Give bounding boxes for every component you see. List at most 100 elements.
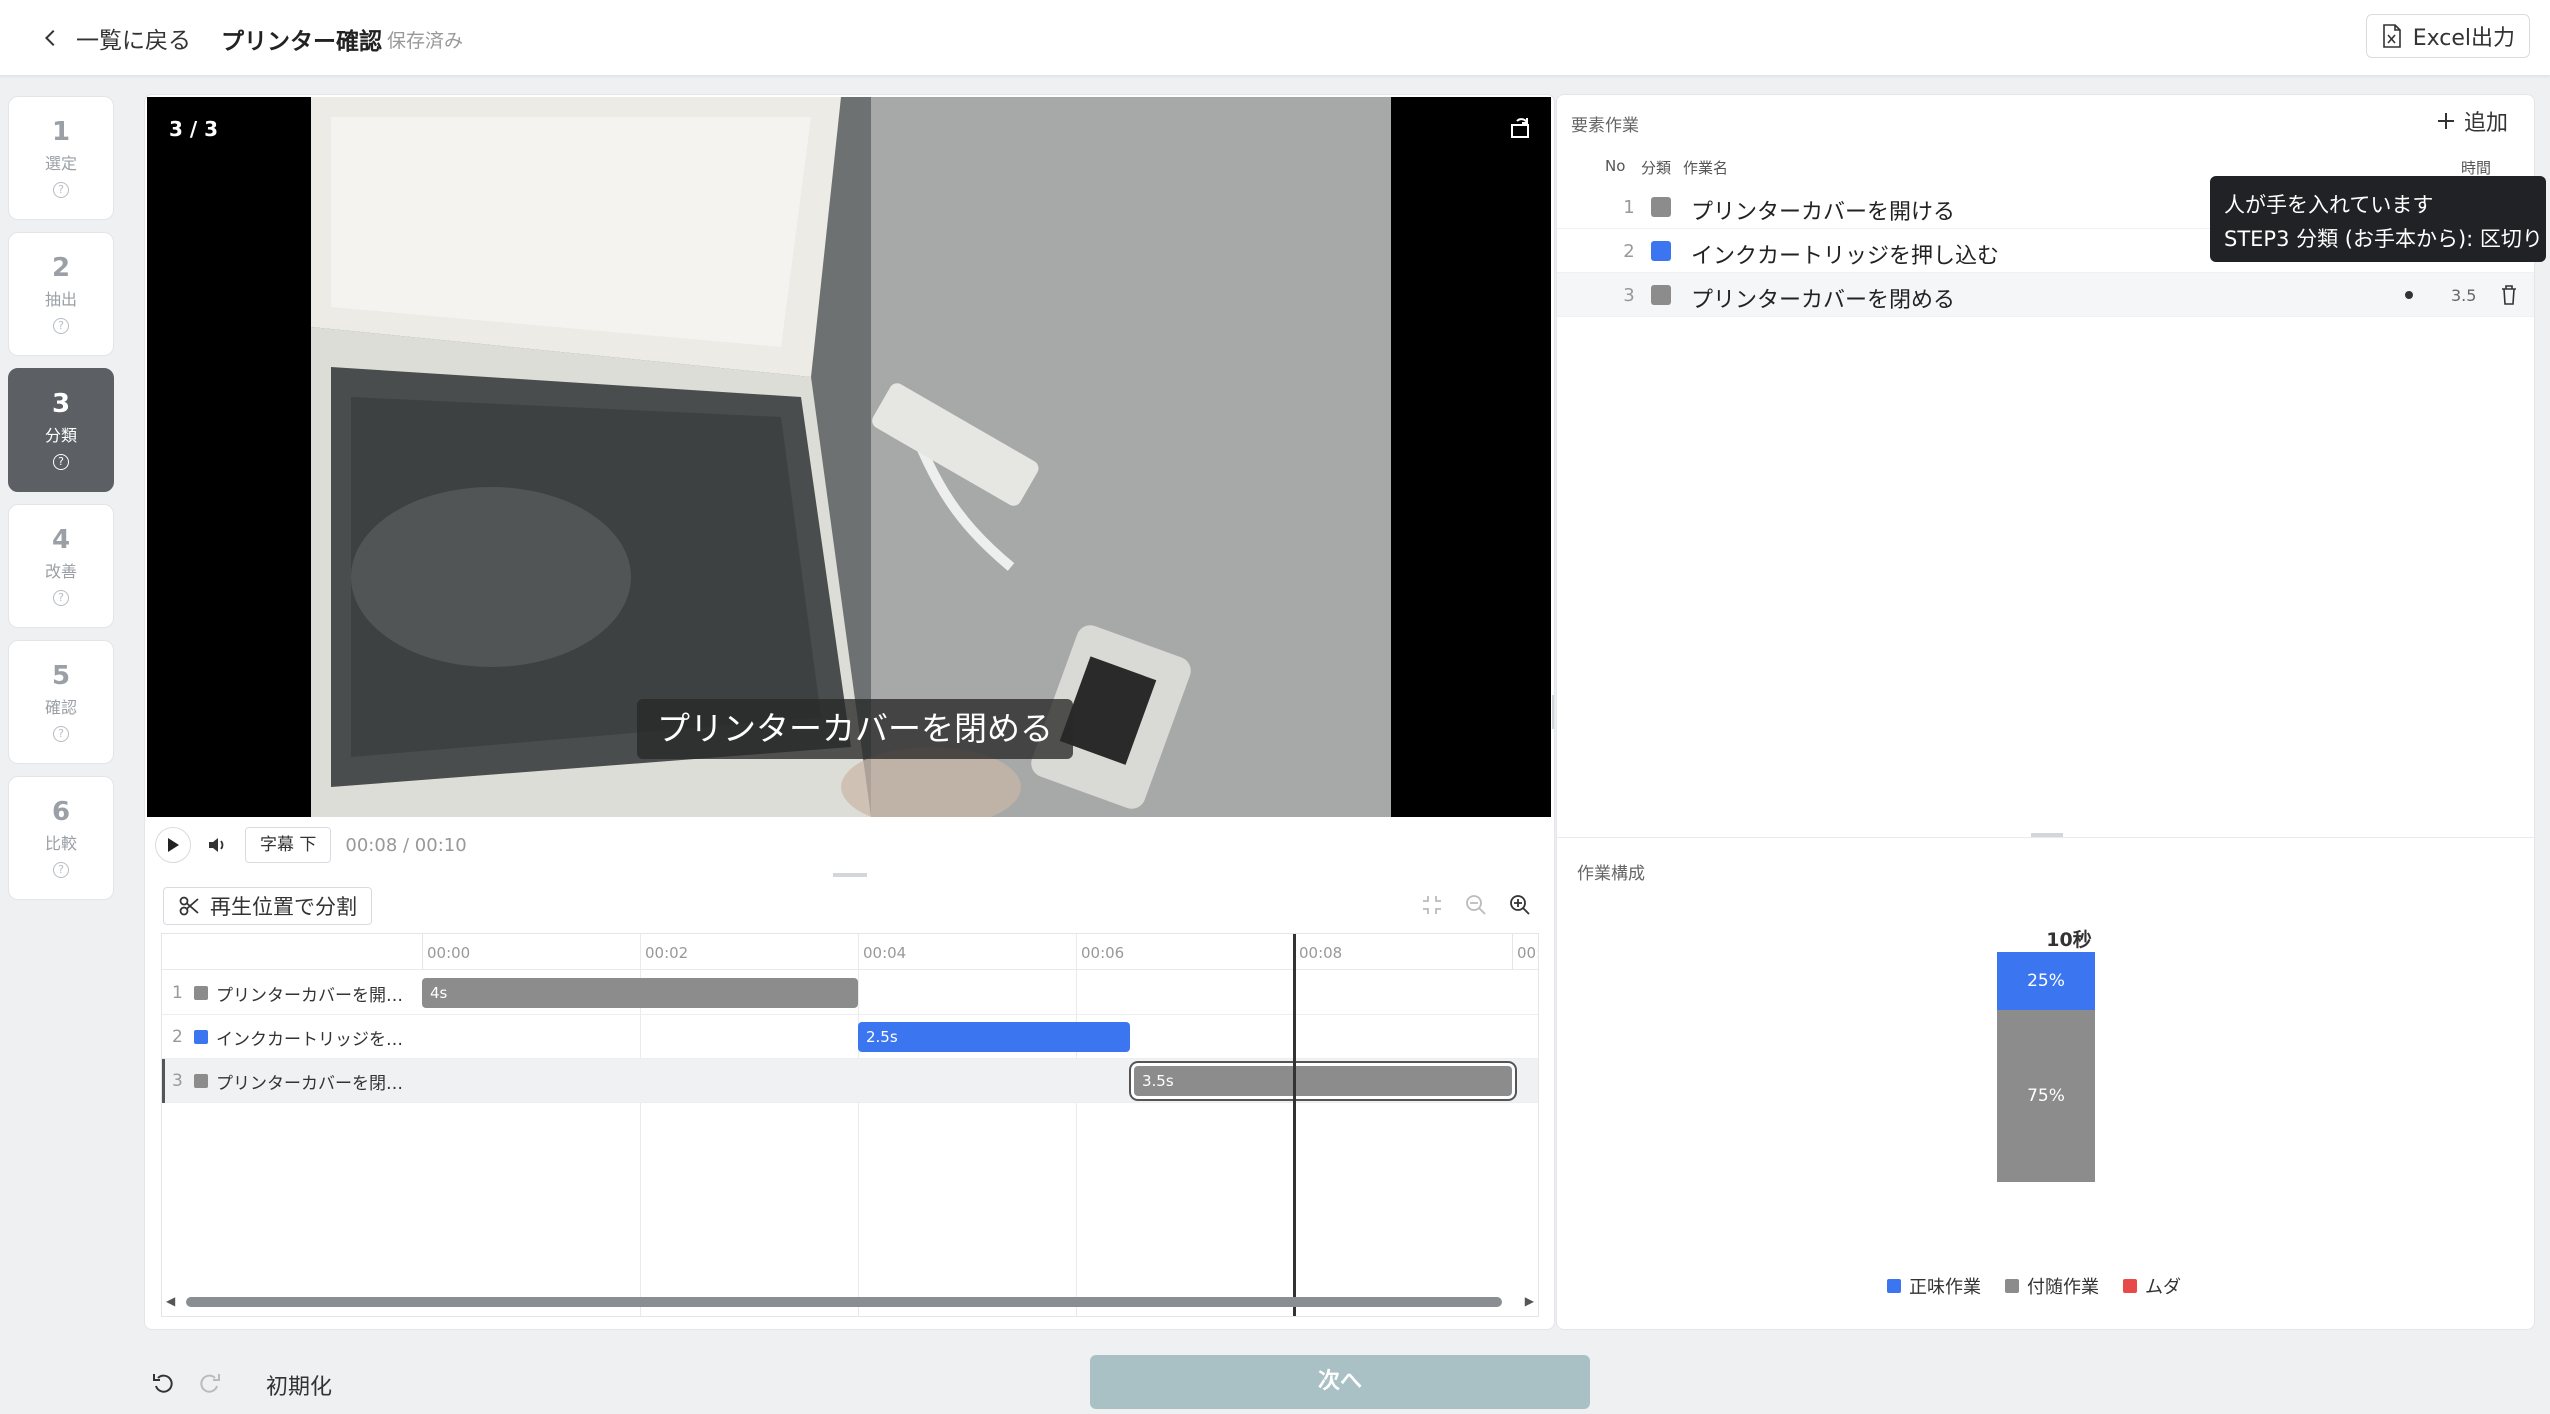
category-swatch[interactable] xyxy=(1651,285,1671,305)
excel-export-button[interactable]: Excel出力 xyxy=(2365,14,2530,58)
split-at-playhead-button[interactable]: 再生位置で分割 xyxy=(163,887,372,925)
col-name: 作業名 xyxy=(1683,159,1729,177)
add-element-button[interactable]: 追加 xyxy=(2436,105,2508,137)
scroll-left-icon[interactable]: ◀ xyxy=(166,1294,175,1308)
note-indicator-icon[interactable] xyxy=(2405,291,2413,299)
page-title: プリンター確認 xyxy=(221,29,382,55)
step-number: 5 xyxy=(51,660,71,691)
tick-label: 00: xyxy=(1512,934,1538,970)
player-controls: 字幕 下 00:08 / 00:10 xyxy=(155,825,1545,865)
step-number: 4 xyxy=(51,524,71,555)
step-4-improve[interactable]: 4 改善 ? xyxy=(8,504,114,628)
row-time[interactable]: 3.5 xyxy=(2451,286,2476,305)
step-label: 選定 xyxy=(44,154,77,174)
row-number: 2 xyxy=(172,1027,183,1047)
legend-label: ムダ xyxy=(2145,1277,2181,1298)
legend-item: 正味作業 xyxy=(1887,1273,1981,1299)
row-name[interactable]: プリンターカバーを閉める xyxy=(1691,282,1955,314)
playhead[interactable] xyxy=(1293,934,1296,1316)
composition-title: 作業構成 xyxy=(1577,864,1645,884)
zoom-in-icon[interactable] xyxy=(1506,891,1534,919)
clip-counter: 3 / 3 xyxy=(169,117,219,141)
row-number: 3 xyxy=(172,1071,183,1091)
category-swatch[interactable] xyxy=(1651,241,1671,261)
scissors-icon xyxy=(179,896,199,916)
step-label: 分類 xyxy=(44,426,77,446)
category-swatch xyxy=(194,986,208,1000)
col-category: 分類 xyxy=(1641,159,1672,177)
plus-icon xyxy=(2437,113,2454,129)
resize-handle[interactable] xyxy=(833,873,867,877)
elements-title: 要素作業 xyxy=(1571,116,1639,136)
step-2-extract[interactable]: 2 抽出 ? xyxy=(8,232,114,356)
volume-icon[interactable] xyxy=(205,832,231,858)
timeline-row-selected[interactable]: 3 プリンターカバーを閉… 3.5s xyxy=(162,1059,1538,1103)
segment-bar[interactable]: 4s xyxy=(422,978,858,1008)
step-number: 3 xyxy=(51,388,71,419)
resize-handle[interactable] xyxy=(2031,833,2063,837)
step-5-confirm[interactable]: 5 確認 ? xyxy=(8,640,114,764)
video-editor-panel: 3 / 3 プリンターカバーを閉める 字幕 下 00:08 / 00:10 再生… xyxy=(144,94,1555,1330)
help-icon[interactable]: ? xyxy=(53,862,69,879)
row-name[interactable]: プリンターカバーを開ける xyxy=(1691,194,1955,226)
back-label: 一覧に戻る xyxy=(76,28,191,54)
legend-swatch xyxy=(2005,1279,2019,1293)
tick-label: 00:02 xyxy=(640,934,688,970)
bar-segment-incidental-work: 75% xyxy=(1997,1009,2095,1182)
subtitle-position-button[interactable]: 字幕 下 xyxy=(245,827,332,863)
row-number: 3 xyxy=(1623,285,1635,306)
stack-total-label: 10秒 xyxy=(2046,929,2092,951)
category-swatch[interactable] xyxy=(1651,197,1671,217)
timeline[interactable]: 00:00 00:02 00:04 00:06 00:08 00: 1 プリンタ… xyxy=(161,933,1539,1317)
undo-icon[interactable] xyxy=(150,1370,176,1396)
scrollbar-thumb[interactable] xyxy=(186,1297,1502,1307)
top-bar: 一覧に戻る プリンター確認 保存済み Excel出力 xyxy=(0,0,2550,76)
video-player[interactable]: 3 / 3 プリンターカバーを閉める xyxy=(147,97,1551,817)
next-button[interactable]: 次へ xyxy=(1090,1355,1590,1409)
step-3-classify[interactable]: 3 分類 ? xyxy=(8,368,114,492)
row-name[interactable]: インクカートリッジを押し込む xyxy=(1691,238,1999,270)
back-to-list-button[interactable]: 一覧に戻る xyxy=(40,22,191,54)
help-icon[interactable]: ? xyxy=(53,590,69,607)
timeline-row-label: 2 インクカートリッジを… xyxy=(162,1015,422,1059)
step-number: 1 xyxy=(51,116,71,147)
tick-label: 00:08 xyxy=(1294,934,1342,970)
timeline-row-label: 3 プリンターカバーを閉… xyxy=(162,1059,422,1103)
timecode: 00:08 / 00:10 xyxy=(345,834,467,856)
help-icon[interactable]: ? xyxy=(53,726,69,743)
split-label: 再生位置で分割 xyxy=(210,895,357,919)
row-number: 2 xyxy=(1623,241,1635,262)
excel-export-label: Excel出力 xyxy=(2412,26,2515,51)
row-name: プリンターカバーを開… xyxy=(216,985,403,1006)
legend-label: 付随作業 xyxy=(2027,1277,2099,1298)
col-time: 時間 xyxy=(2461,159,2492,177)
table-row-selected[interactable]: 3 プリンターカバーを閉める 3.5 xyxy=(1557,273,2534,317)
segment-bar[interactable]: 3.5s xyxy=(1134,1066,1512,1096)
help-icon[interactable]: ? xyxy=(53,454,69,471)
timeline-row[interactable]: 2 インクカートリッジを… 2.5s xyxy=(162,1015,1538,1059)
legend-swatch xyxy=(2123,1279,2137,1293)
play-button[interactable] xyxy=(155,827,191,863)
row-name: インクカートリッジを… xyxy=(216,1029,403,1050)
fit-icon[interactable] xyxy=(1418,891,1446,919)
timeline-ruler: 00:00 00:02 00:04 00:06 00:08 00: xyxy=(162,934,1538,970)
help-icon[interactable]: ? xyxy=(53,182,69,199)
redo-icon[interactable] xyxy=(197,1370,223,1396)
file-excel-icon xyxy=(2382,24,2401,48)
rotate-icon[interactable] xyxy=(1507,115,1533,141)
col-no: No xyxy=(1605,157,1626,175)
row-number: 1 xyxy=(1623,197,1635,218)
horizontal-scrollbar[interactable]: ◀ ▶ xyxy=(162,1292,1538,1310)
step-1-select[interactable]: 1 選定 ? xyxy=(8,96,114,220)
zoom-out-icon[interactable] xyxy=(1462,891,1490,919)
timeline-row[interactable]: 1 プリンターカバーを開… 4s xyxy=(162,971,1538,1015)
chart-legend: 正味作業 付随作業 ムダ xyxy=(1887,1273,2181,1299)
bar-segment-net-work: 25% xyxy=(1997,952,2095,1010)
scroll-right-icon[interactable]: ▶ xyxy=(1525,1294,1534,1308)
segment-bar[interactable]: 2.5s xyxy=(858,1022,1130,1052)
step-6-compare[interactable]: 6 比較 ? xyxy=(8,776,114,900)
reset-button[interactable]: 初期化 xyxy=(266,1369,332,1401)
help-icon[interactable]: ? xyxy=(53,318,69,335)
add-label: 追加 xyxy=(2463,111,2508,136)
trash-icon[interactable] xyxy=(2499,283,2519,307)
